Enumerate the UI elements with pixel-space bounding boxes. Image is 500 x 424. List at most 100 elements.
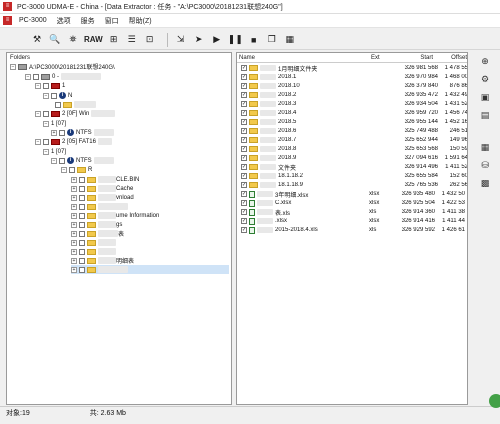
list-icon[interactable]: ☰: [125, 32, 139, 48]
settings-icon[interactable]: ⚙: [478, 74, 492, 86]
checkbox[interactable]: ✓: [241, 209, 247, 215]
checkbox[interactable]: [79, 248, 85, 255]
collapse-icon[interactable]: −: [10, 63, 16, 70]
checkbox[interactable]: ✓: [241, 74, 247, 80]
checkbox[interactable]: ✓: [241, 65, 247, 71]
file-row[interactable]: ✓ C.xlsx xlsx 326 925 504 1 422 53: [241, 199, 467, 207]
collapse-icon[interactable]: −: [43, 120, 49, 127]
menu-help[interactable]: 帮助(Z): [124, 16, 157, 26]
layers-icon[interactable]: ▤: [478, 110, 492, 122]
tree-row-folder[interactable]: +: [71, 247, 116, 256]
file-row[interactable]: ✓ 2018.8 325 653 568 150 59: [241, 145, 467, 153]
tree-row-folder-selected[interactable]: +: [71, 265, 229, 274]
tree-row-volume-1[interactable]: − 1 [07]: [43, 119, 66, 128]
checkbox[interactable]: ✓: [241, 155, 247, 161]
checkbox[interactable]: ✓: [241, 218, 247, 224]
checkbox[interactable]: [33, 73, 39, 80]
tree-row-folder[interactable]: + Cache: [71, 184, 133, 193]
menu-options[interactable]: 选项: [52, 16, 76, 26]
file-row[interactable]: ✓ 1月明细文件夹 326 981 568 1 478 55: [241, 64, 467, 73]
zoom-icon[interactable]: ⊕: [478, 56, 492, 68]
copy-pages-icon[interactable]: ❐: [265, 32, 279, 48]
expand-icon[interactable]: +: [71, 212, 77, 219]
file-row[interactable]: ✓ 表.xls xls 326 914 360 1 411 38: [241, 208, 467, 217]
menu-window[interactable]: 窗口: [100, 16, 124, 26]
file-row[interactable]: ✓ 文件夹 326 914 496 1 411 52: [241, 163, 467, 172]
tree-row-folder[interactable]: + CLE.BIN: [71, 175, 139, 184]
expand-icon[interactable]: +: [71, 194, 77, 201]
checkbox[interactable]: ✓: [241, 128, 247, 134]
expand-icon[interactable]: +: [71, 266, 77, 273]
tree-row-folder[interactable]: + vnload: [71, 193, 134, 202]
tree-row-n-child[interactable]: [55, 100, 96, 109]
collapse-icon[interactable]: −: [61, 166, 67, 173]
file-row[interactable]: ✓ 2018.1 326 970 984 1 468 00: [241, 73, 467, 81]
checkbox[interactable]: [59, 129, 65, 136]
file-row[interactable]: ✓ .xlsx xlsx 326 914 416 1 411 44: [241, 217, 467, 225]
checkbox[interactable]: ✓: [241, 92, 247, 98]
checkbox[interactable]: [43, 138, 49, 145]
export-icon[interactable]: ⇲: [174, 32, 188, 48]
file-row[interactable]: ✓ 18.1.18.2 325 655 584 152 60: [241, 172, 467, 180]
checkbox[interactable]: [79, 203, 85, 210]
checkbox[interactable]: [69, 166, 75, 173]
chip-icon[interactable]: ▩: [478, 178, 492, 190]
menu-app-icon[interactable]: ≡: [3, 16, 12, 25]
expand-icon[interactable]: +: [71, 230, 77, 237]
checkbox[interactable]: ✓: [241, 119, 247, 125]
checkbox[interactable]: ✓: [241, 83, 247, 89]
checkbox[interactable]: ✓: [241, 164, 247, 170]
tree-row-partition-2[interactable]: − 2 [0F] Win: [35, 109, 116, 118]
column-header-start[interactable]: Start: [393, 54, 435, 63]
tree-row-r[interactable]: − R: [61, 165, 92, 174]
collapse-icon[interactable]: −: [51, 157, 57, 164]
checkbox[interactable]: [79, 185, 85, 192]
collapse-icon[interactable]: −: [43, 92, 49, 99]
checkbox[interactable]: [79, 221, 85, 228]
checkbox[interactable]: ✓: [241, 227, 247, 233]
tree-row-ntfs-2[interactable]: − i NTFS: [51, 156, 114, 165]
collapse-icon[interactable]: −: [43, 148, 49, 155]
checkbox[interactable]: [79, 239, 85, 246]
expand-icon[interactable]: +: [71, 257, 77, 264]
checkbox[interactable]: [51, 92, 57, 99]
file-row[interactable]: ✓ 2018.7 325 652 944 149 96: [241, 136, 467, 144]
expand-icon[interactable]: +: [71, 176, 77, 183]
tree-row-n[interactable]: − i N: [43, 91, 72, 100]
checkbox[interactable]: ✓: [241, 101, 247, 107]
file-row[interactable]: ✓ 2015-2018.4.xls xls 326 929 592 1 426 61: [241, 226, 467, 234]
expand-icon[interactable]: +: [71, 185, 77, 192]
checkbox[interactable]: ✓: [241, 200, 247, 206]
play-icon[interactable]: ▶: [210, 32, 224, 48]
floating-action-icon[interactable]: [489, 394, 500, 408]
tree-row-root[interactable]: − A:\PC3000\20181231联想240G\: [10, 62, 115, 71]
tree-row-volume-2[interactable]: − 1 [07]: [43, 147, 66, 156]
checkbox[interactable]: [59, 157, 65, 164]
panel-icon[interactable]: ▣: [478, 92, 492, 104]
menu-pc3000[interactable]: PC-3000: [14, 17, 52, 24]
checkbox[interactable]: [43, 110, 49, 117]
column-header-ext[interactable]: Ext: [369, 54, 393, 63]
tree-row-disk[interactable]: − 0 -: [25, 72, 102, 81]
expand-icon[interactable]: +: [71, 203, 77, 210]
tools-icon[interactable]: ⚒: [30, 32, 44, 48]
column-header-offset[interactable]: Offset: [435, 54, 467, 63]
grid-icon[interactable]: ▦: [478, 142, 492, 154]
grid-view-icon[interactable]: ▦: [283, 32, 297, 48]
checkbox[interactable]: [79, 176, 85, 183]
search-icon[interactable]: 🔍: [48, 32, 62, 48]
file-row[interactable]: ✓ 2018.5 326 955 144 1 452 16: [241, 118, 467, 126]
tree-row-folder[interactable]: + 表: [71, 229, 124, 238]
checkbox[interactable]: ✓: [241, 110, 247, 116]
raw-button[interactable]: RAW: [84, 32, 103, 48]
stop-icon[interactable]: ■: [247, 32, 261, 48]
file-row[interactable]: ✓ 2018.9 327 094 616 1 591 64: [241, 154, 467, 162]
file-row[interactable]: ✓ 2018.4 326 959 720 1 456 74: [241, 109, 467, 117]
disk-icon[interactable]: ⛁: [478, 160, 492, 172]
collapse-icon[interactable]: −: [25, 73, 31, 80]
checkbox[interactable]: ✓: [241, 182, 247, 188]
checkbox[interactable]: ✓: [241, 137, 247, 143]
tree-row-folder[interactable]: +: [71, 202, 128, 211]
expand-icon[interactable]: +: [51, 129, 57, 136]
checkbox[interactable]: [55, 101, 61, 108]
